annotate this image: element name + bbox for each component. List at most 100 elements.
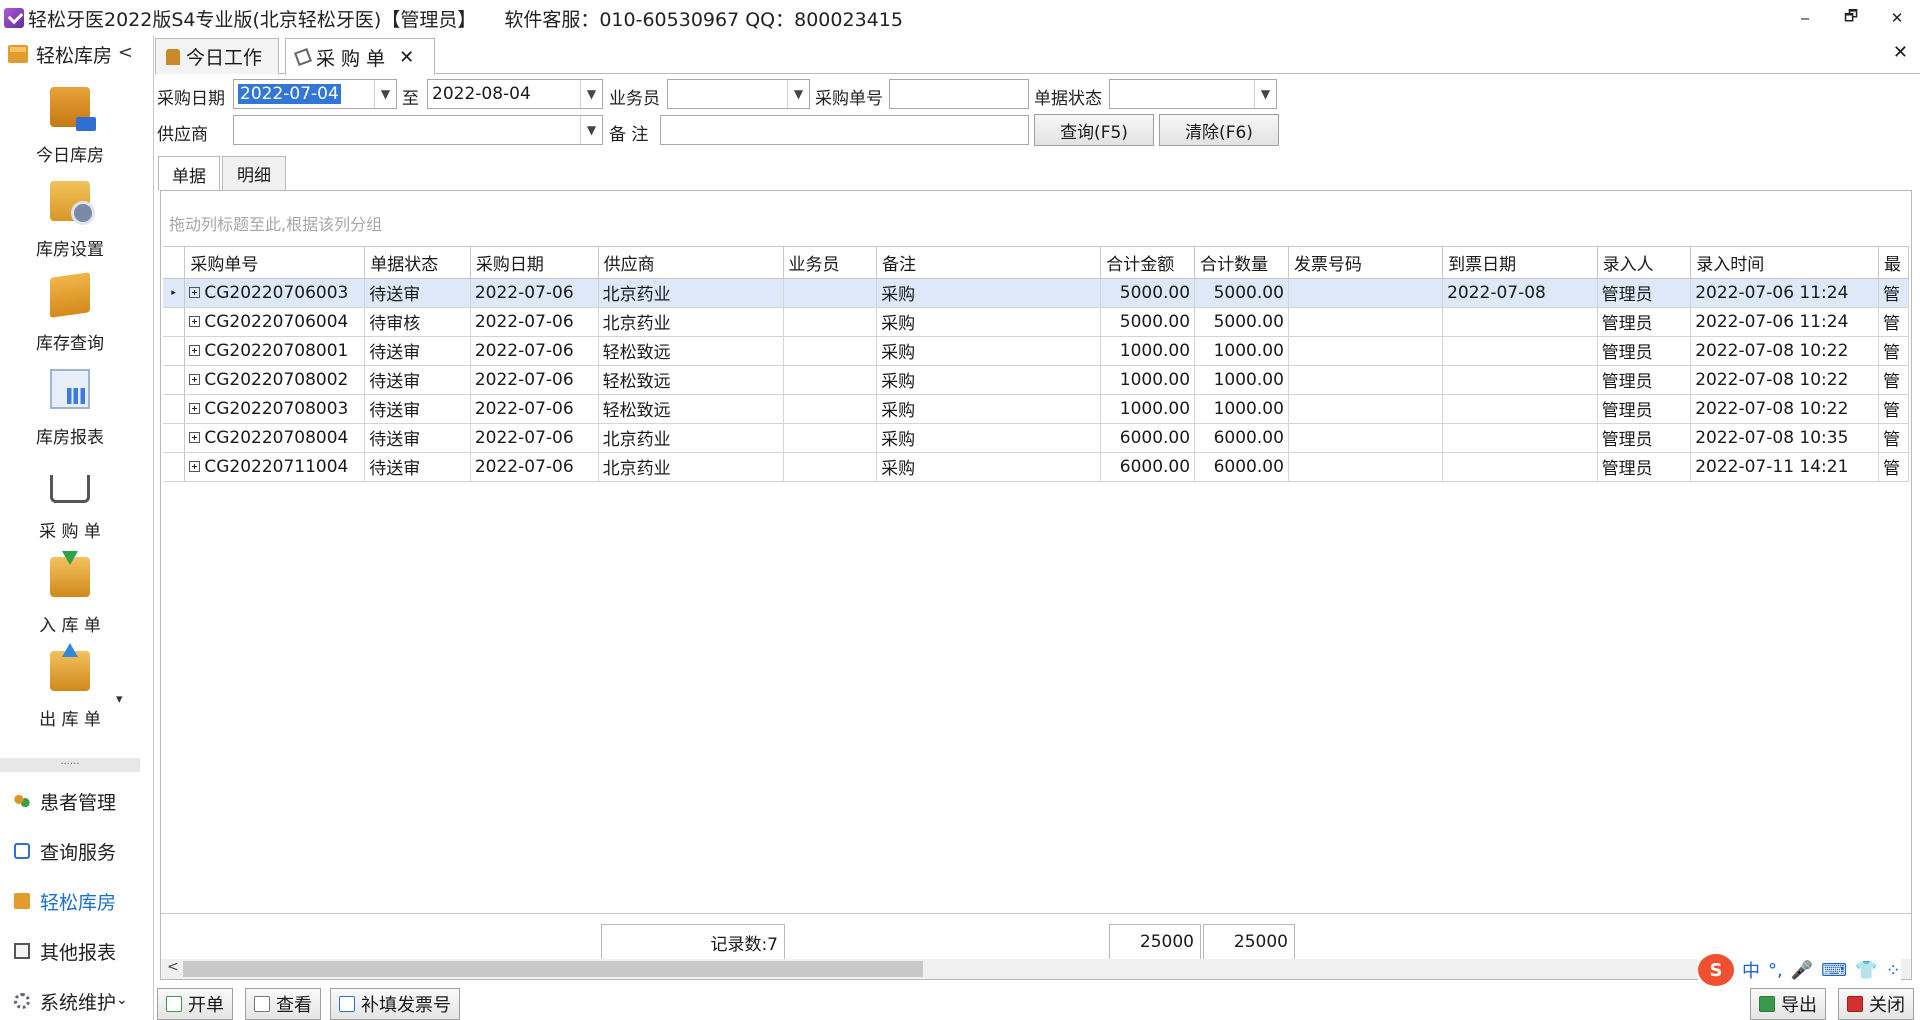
table-cell[interactable]: 2022-07-06 — [470, 365, 599, 395]
table-cell[interactable]: 2022-07-06 11:24 — [1690, 278, 1879, 308]
table-cell[interactable]: 2022-07-06 — [470, 452, 599, 482]
table-cell[interactable]: 轻松致远 — [598, 394, 784, 424]
table-cell[interactable]: 2022-07-08 10:22 — [1690, 336, 1879, 366]
table-cell[interactable]: 管理员 — [1597, 423, 1692, 453]
new-order-button[interactable]: 开单 — [157, 988, 233, 1020]
table-cell[interactable]: 2022-07-06 11:24 — [1690, 307, 1879, 337]
table-cell[interactable] — [1442, 423, 1598, 453]
status-select[interactable]: ▼ — [1109, 79, 1277, 109]
close-tab-icon[interactable]: ✕ — [399, 47, 414, 68]
table-cell[interactable] — [783, 423, 878, 453]
sidebar-splitter[interactable]: ...... — [0, 757, 140, 772]
table-cell[interactable]: 1000.00 — [1100, 365, 1196, 395]
table-cell[interactable]: 管 — [1878, 365, 1909, 395]
table-cell[interactable]: 2022-07-06 — [470, 336, 599, 366]
table-cell[interactable]: 2022-07-11 14:21 — [1690, 452, 1879, 482]
table-cell[interactable]: 北京药业 — [598, 423, 784, 453]
table-cell[interactable]: CG20220708002 — [184, 365, 366, 395]
table-cell[interactable]: 2022-07-06 — [470, 423, 599, 453]
nav-storeroom[interactable]: 轻松库房 — [0, 876, 140, 926]
tab-today-work[interactable]: 今日工作 — [155, 38, 279, 74]
table-cell[interactable]: 管 — [1878, 452, 1909, 482]
column-header[interactable]: 单据状态 — [364, 247, 471, 279]
supplier-select[interactable]: ▼ — [233, 115, 603, 145]
table-cell[interactable] — [783, 336, 878, 366]
sidebar-item-purchase-order[interactable]: 采 购 单 — [0, 454, 140, 548]
table-cell[interactable]: 待送审 — [364, 365, 471, 395]
column-header[interactable]: 采购单号 — [184, 247, 366, 279]
close-window-button[interactable]: ✕ — [1874, 0, 1920, 36]
table-cell[interactable]: 采购 — [876, 278, 1102, 308]
chevron-down-icon[interactable]: ▼ — [580, 116, 602, 144]
table-cell[interactable]: 1000.00 — [1194, 365, 1289, 395]
table-row[interactable]: CG20220708001 待送审 2022-07-06 轻松致远 采购 1000.00 1… — [163, 336, 1909, 366]
table-cell[interactable]: 管 — [1878, 307, 1909, 337]
table-row[interactable]: CG20220708002 待送审 2022-07-06 轻松致远 采购 1000.00 1… — [163, 365, 1909, 395]
table-cell[interactable]: 2022-07-06 — [470, 307, 599, 337]
column-header[interactable]: 录入时间 — [1690, 247, 1879, 279]
tab-details[interactable]: 明细 — [222, 156, 286, 190]
table-cell[interactable]: 轻松致远 — [598, 336, 784, 366]
expand-row-icon[interactable] — [189, 345, 201, 356]
table-cell[interactable]: 1000.00 — [1194, 394, 1289, 424]
table-row[interactable]: CG20220711004 待送审 2022-07-06 北京药业 采购 6000.00 6… — [163, 452, 1909, 482]
table-cell[interactable]: CG20220706003 — [184, 278, 366, 308]
column-header[interactable]: 合计数量 — [1194, 247, 1289, 279]
column-header[interactable]: 采购日期 — [470, 247, 599, 279]
chevron-down-icon[interactable]: ▼ — [1254, 80, 1276, 108]
table-cell[interactable]: 采购 — [876, 336, 1102, 366]
chevron-down-icon[interactable]: ▼ — [787, 80, 809, 108]
table-cell[interactable]: 采购 — [876, 394, 1102, 424]
order-no-input[interactable] — [889, 79, 1029, 109]
sidebar-item-storeroom-report[interactable]: 库房报表 — [0, 360, 140, 454]
table-cell[interactable]: 1000.00 — [1194, 336, 1289, 366]
nav-other-reports[interactable]: 其他报表 — [0, 926, 140, 976]
table-cell[interactable]: 待送审 — [364, 423, 471, 453]
skin-icon[interactable]: 👕 — [1855, 960, 1877, 981]
table-cell[interactable]: 管理员 — [1597, 336, 1692, 366]
punctuation-toggle[interactable]: °, — [1768, 960, 1783, 981]
table-cell[interactable]: 待送审 — [364, 278, 471, 308]
nav-patient-management[interactable]: 患者管理 — [0, 776, 140, 826]
table-cell[interactable]: 管理员 — [1597, 307, 1692, 337]
table-cell[interactable] — [783, 394, 878, 424]
table-row[interactable]: ▸ CG20220706003 待送审 2022-07-06 北京药业 采购 5000.00… — [163, 278, 1909, 308]
table-cell[interactable]: 2022-07-08 10:22 — [1690, 365, 1879, 395]
table-cell[interactable]: 待送审 — [364, 394, 471, 424]
query-button[interactable]: 查询(F5) — [1034, 114, 1154, 146]
sidebar-item-storeroom-settings[interactable]: 库房设置 — [0, 172, 140, 266]
table-cell[interactable]: 待送审 — [364, 452, 471, 482]
view-button[interactable]: 查看 — [245, 988, 321, 1020]
table-cell[interactable]: 管理员 — [1597, 278, 1692, 308]
sidebar-scroll-down-button[interactable]: ▾ — [116, 692, 123, 707]
table-cell[interactable]: CG20220711004 — [184, 452, 366, 482]
table-cell[interactable] — [783, 278, 878, 308]
table-cell[interactable] — [1288, 394, 1444, 424]
table-cell[interactable]: CG20220708003 — [184, 394, 366, 424]
table-cell[interactable]: 管 — [1878, 336, 1909, 366]
table-cell[interactable]: 北京药业 — [598, 307, 784, 337]
more-tools-icon[interactable]: ⁘ — [1886, 960, 1901, 981]
sidebar-more-chevron-icon[interactable]: ⌄ — [116, 992, 128, 1008]
column-header[interactable]: 业务员 — [783, 247, 878, 279]
horizontal-scrollbar[interactable]: < — [161, 959, 1911, 979]
column-header[interactable]: 合计金额 — [1100, 247, 1196, 279]
table-cell[interactable]: 采购 — [876, 452, 1102, 482]
sidebar-item-stock-query[interactable]: 库存查询 — [0, 266, 140, 360]
table-cell[interactable]: 1000.00 — [1100, 336, 1196, 366]
staff-select[interactable]: ▼ — [667, 79, 810, 109]
sogou-logo-icon[interactable]: S — [1698, 954, 1734, 986]
tab-purchase-order[interactable]: 采 购 单 ✕ — [285, 38, 435, 75]
table-cell[interactable]: CG20220708004 — [184, 423, 366, 453]
table-cell[interactable] — [1442, 452, 1598, 482]
table-cell[interactable]: 采购 — [876, 307, 1102, 337]
table-cell[interactable]: 6000.00 — [1194, 423, 1289, 453]
column-header[interactable]: 发票号码 — [1288, 247, 1444, 279]
table-cell[interactable]: 管 — [1878, 423, 1909, 453]
scroll-thumb[interactable] — [183, 961, 923, 977]
table-cell[interactable] — [1288, 365, 1444, 395]
close-all-tabs-icon[interactable]: ✕ — [1893, 42, 1908, 63]
table-cell[interactable] — [783, 307, 878, 337]
minimize-button[interactable]: ‒ — [1782, 0, 1828, 36]
table-cell[interactable]: 北京药业 — [598, 452, 784, 482]
